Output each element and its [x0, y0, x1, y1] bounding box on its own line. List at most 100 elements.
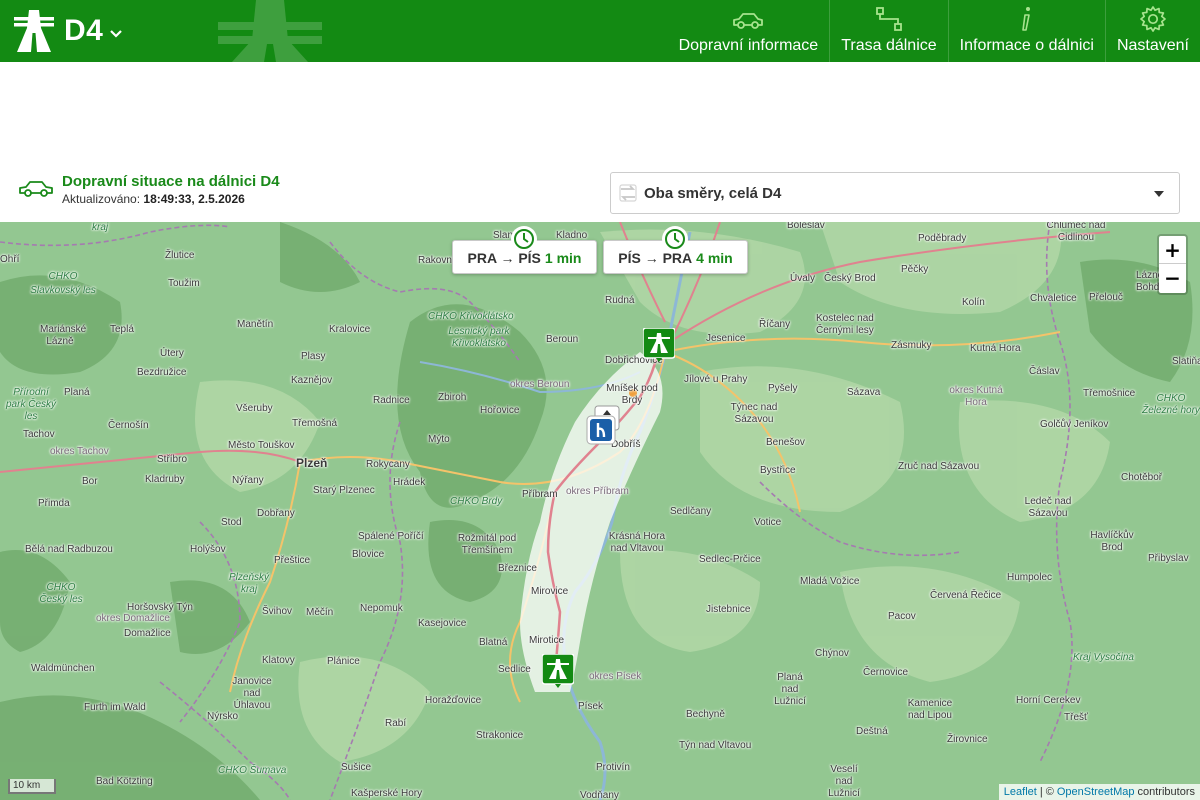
chevron-down-icon	[110, 30, 123, 38]
place-label: Sázava	[847, 387, 881, 398]
place-label: Spálené Poříčí	[358, 531, 424, 542]
place-label: Týn nad Vltavou	[679, 740, 752, 751]
place-label: Slatiňany	[1172, 356, 1200, 367]
place-label: okres Domažlice	[96, 613, 170, 624]
place-label: Zruč nad Sázavou	[898, 461, 980, 472]
place-label: Písek	[578, 701, 604, 712]
place-label: Sušice	[341, 762, 372, 773]
place-label: Stříbro	[157, 454, 188, 465]
place-label: Plzeň	[296, 456, 328, 470]
car-icon	[19, 181, 53, 197]
place-label: Říčany	[759, 319, 791, 330]
place-label: kraj	[92, 222, 109, 233]
place-label: Mirotice	[529, 635, 565, 646]
place-label: Chotěboř	[1121, 472, 1163, 483]
place-label: Jesenice	[706, 333, 746, 344]
place-label: Přeštice	[274, 555, 311, 566]
place-label: Deštná	[856, 726, 888, 737]
place-label: Ohří	[0, 254, 20, 265]
place-label: Kutná Hora	[970, 343, 1021, 354]
place-label: Chýnov	[815, 648, 849, 659]
place-label: Týnec nad Sázavou	[730, 402, 778, 425]
car-icon	[733, 13, 764, 29]
place-label: Lesnický park Křivoklátsko	[448, 326, 510, 349]
place-label: Zbiroh	[438, 392, 467, 403]
place-label: CHKO Železné hory	[1142, 393, 1200, 416]
place-label: Toužim	[168, 278, 200, 289]
rest-area-marker-icon[interactable]	[586, 415, 616, 445]
place-label: Přelouč	[1089, 292, 1123, 303]
osm-link[interactable]: OpenStreetMap	[1057, 786, 1135, 798]
place-label: Teplá	[110, 324, 134, 335]
place-label: Chvaletice	[1030, 293, 1077, 304]
place-label: Krásná Hora nad Vltavou	[608, 531, 666, 554]
place-label: Bezdružice	[137, 367, 187, 378]
travel-time-value: 4 min	[696, 250, 733, 266]
direction-select[interactable]: Oba směry, celá D4	[610, 172, 1180, 214]
place-label: Březnice	[498, 563, 537, 574]
place-label: Všeruby	[236, 403, 273, 414]
nav-traffic-info[interactable]: Dopravní informace	[668, 0, 830, 62]
place-label: Tachov	[23, 429, 55, 440]
place-label: Mirovice	[531, 586, 569, 597]
place-label: Waldmünchen	[31, 663, 95, 674]
place-label: Horní Cerekev	[1016, 695, 1081, 706]
place-label: Beroun	[546, 334, 579, 345]
clock-marker	[511, 226, 537, 252]
nav-settings[interactable]: Nastavení	[1104, 0, 1200, 62]
nav-highway-route[interactable]: Trasa dálnice	[829, 0, 947, 62]
place-label: Černošín	[108, 420, 149, 431]
place-label: Radnice	[373, 395, 410, 406]
place-label: okres Kutná Hora	[949, 385, 1003, 408]
zoom-in-button[interactable]: +	[1159, 236, 1186, 264]
travel-time-value: 1 min	[544, 250, 582, 266]
zoom-out-button[interactable]: −	[1159, 264, 1186, 292]
place-label: Hořovice	[480, 405, 520, 416]
highway-start-marker-icon[interactable]	[643, 328, 675, 362]
place-label: Benešov	[766, 437, 805, 448]
place-label: Třemošnice	[1083, 388, 1136, 399]
place-label: Přibyslav	[1148, 553, 1189, 564]
place-label: Kašperské Hory	[351, 788, 423, 799]
caret-down-icon	[1154, 191, 1164, 197]
nav-highway-info[interactable]: Informace o dálnici	[947, 0, 1105, 62]
highway-end-marker-icon[interactable]	[542, 654, 574, 688]
place-label: Vodňany	[580, 790, 619, 800]
leaflet-link[interactable]: Leaflet	[1004, 786, 1037, 798]
place-label: Sedlec-Prčice	[699, 554, 761, 565]
place-label: Klatovy	[262, 655, 295, 666]
place-label: Plánice	[327, 656, 360, 667]
place-label: Planá	[64, 387, 90, 398]
place-label: Janovice nad Úhlavou	[232, 676, 272, 711]
map-view[interactable]: Slaný Kladno Boleslav Poděbrady Chlumec …	[0, 222, 1200, 800]
place-label: Ledeč nad Sázavou	[1024, 496, 1072, 519]
place-label: Holýšov	[190, 544, 226, 555]
place-label: Přimda	[38, 498, 70, 509]
highway-selector[interactable]: D4	[14, 10, 123, 52]
place-label: Boleslav	[787, 222, 825, 231]
place-label: CHKO Český les	[39, 582, 83, 605]
place-label: Kostelec nad Černými lesy	[816, 313, 874, 336]
place-label: Veselí nad Lužnicí	[828, 764, 860, 799]
direction-select-value: Oba směry, celá D4	[644, 184, 782, 202]
main-nav: Dopravní informace Trasa dálnice Informa…	[668, 0, 1200, 62]
travel-time-route: PRA → PÍS	[467, 250, 541, 266]
place-label: Útery	[160, 348, 184, 359]
place-label: CHKO Křivoklátsko	[428, 311, 514, 322]
place-label: Stod	[221, 517, 242, 528]
place-label: Jistebnice	[706, 604, 751, 615]
place-label: Blatná	[479, 637, 508, 648]
place-label: Strakonice	[476, 730, 524, 741]
place-label: CHKO Brdy	[450, 496, 503, 507]
place-label: Domažlice	[124, 628, 171, 639]
place-label: Čáslav	[1029, 366, 1060, 377]
place-label: CHKO Šumava	[218, 765, 287, 776]
place-label: Manětín	[237, 319, 274, 330]
place-label: okres Příbram	[566, 486, 629, 497]
place-label: Rudná	[605, 295, 635, 306]
place-label: Rabí	[385, 718, 407, 729]
place-label: CHKO Slavkovský les	[30, 271, 96, 296]
place-label: Jílové u Prahy	[684, 374, 748, 385]
place-label: Plzeňský kraj	[228, 572, 269, 595]
place-label: Kamenice nad Lipou	[907, 698, 953, 721]
